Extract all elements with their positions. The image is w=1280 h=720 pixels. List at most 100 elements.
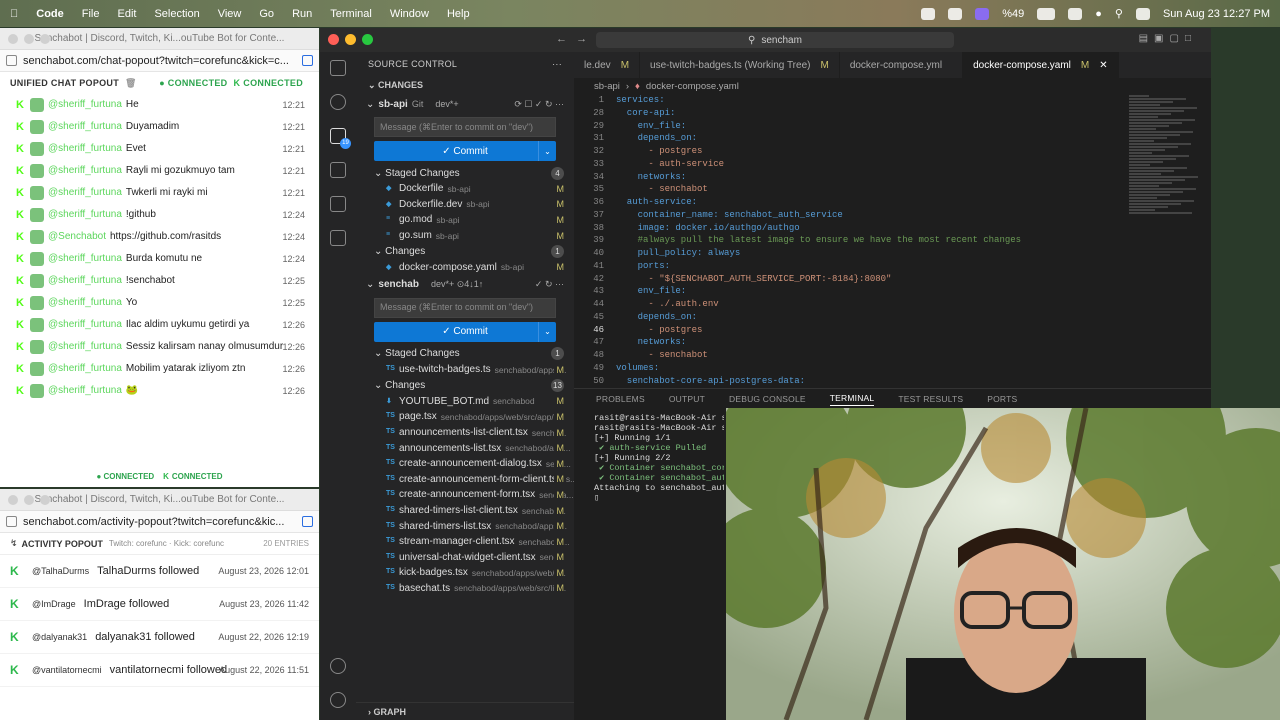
wifi-icon[interactable]: ●	[1095, 8, 1102, 20]
editor-tab[interactable]: use-twitch-badges.ts (Working Tree) M	[640, 52, 840, 78]
menu-selection[interactable]: Selection	[154, 8, 199, 20]
changed-file[interactable]: ◆ Dockerfile.dev sb-api M	[356, 197, 574, 213]
avatar[interactable]	[30, 98, 44, 112]
avatar[interactable]	[30, 186, 44, 200]
commit-button[interactable]: ✓ Commit ⌄	[374, 141, 556, 161]
avatar[interactable]	[30, 296, 44, 310]
changed-file[interactable]: TS basechat.ts senchabod/apps/web/src/lib.…	[356, 581, 574, 597]
maximize-button[interactable]	[40, 495, 50, 505]
changed-file[interactable]: TS universal-chat-widget-client.tsx senc..…	[356, 550, 574, 566]
repo-sb-api[interactable]: ⌄ sb-api Git dev*+ ⟳ ☐ ✓ ↻ ···	[356, 94, 574, 114]
chat-username[interactable]: @sheriff_furtuna	[48, 140, 122, 158]
chat-username[interactable]: @sheriff_furtuna	[48, 338, 122, 356]
changed-file[interactable]: ◆ Dockerfile sb-api M	[356, 181, 574, 197]
changed-file[interactable]: TScreate-announcement-dialog.tsxsenc...M	[356, 456, 574, 472]
menu-help[interactable]: Help	[447, 8, 470, 20]
run-debug-icon[interactable]	[330, 162, 346, 178]
apple-icon[interactable]: 	[10, 8, 18, 20]
menu-view[interactable]: View	[218, 8, 242, 20]
menu-run[interactable]: Run	[292, 8, 312, 20]
activity-handle[interactable]: @ImDrage	[32, 599, 76, 609]
menu-file[interactable]: File	[82, 8, 100, 20]
url-text[interactable]: senchabot.com/chat-popout?twitch=corefun…	[23, 55, 289, 67]
maximize-button[interactable]	[362, 34, 373, 45]
minimize-button[interactable]	[24, 495, 34, 505]
chat-username[interactable]: @sheriff_furtuna	[48, 360, 122, 378]
panel-tab[interactable]: OUTPUT	[669, 394, 705, 404]
chevron-down-icon[interactable]: ⌄	[538, 141, 556, 161]
trash-icon[interactable]: 🗑	[125, 78, 137, 89]
chat-username[interactable]: @sheriff_furtuna	[48, 250, 122, 268]
menu-app-name[interactable]: Code	[36, 8, 64, 20]
commit-button[interactable]: ✓ Commit ⌄	[374, 321, 556, 342]
editor-tab[interactable]: docker-compose.yaml M ✕	[963, 52, 1119, 78]
menu-terminal[interactable]: Terminal	[330, 8, 372, 20]
staged-changes-group[interactable]: ⌄ Staged Changes 1	[356, 346, 574, 362]
changed-file[interactable]: ≡ go.mod sb-api M	[356, 212, 574, 228]
menu-go[interactable]: Go	[259, 8, 274, 20]
share-icon[interactable]	[6, 516, 17, 527]
account-icon[interactable]	[330, 658, 346, 674]
repo-actions[interactable]: ⟳ ☐ ✓ ↻ ···	[514, 99, 564, 110]
search-icon[interactable]	[330, 94, 346, 110]
testing-icon[interactable]	[330, 230, 346, 246]
changed-file[interactable]: ◆ docker-compose.yaml sb-api M	[356, 259, 574, 275]
more-icon[interactable]: ···	[552, 59, 562, 69]
chat-username[interactable]: @sheriff_furtuna	[48, 96, 122, 114]
settings-gear-icon[interactable]	[330, 692, 346, 708]
changed-file[interactable]: TS announcements-list-client.tsx sencha...…	[356, 425, 574, 441]
changed-file[interactable]: TS kick-badges.tsx senchabod/apps/web/s...…	[356, 565, 574, 581]
terminal-output[interactable]: rasit@rasits-MacBook-Air s rasit@rasits-M…	[574, 409, 724, 507]
close-icon[interactable]: ✕	[1099, 60, 1107, 71]
breadcrumb[interactable]: sb-api › ♦ docker-compose.yaml	[574, 78, 1211, 94]
chat-username[interactable]: @sheriff_furtuna	[48, 206, 122, 224]
activity-handle[interactable]: @dalyanak31	[32, 632, 87, 642]
close-button[interactable]	[328, 34, 339, 45]
address-bar[interactable]: senchabot.com/chat-popout?twitch=corefun…	[0, 50, 319, 72]
chat-username[interactable]: @sheriff_furtuna	[48, 382, 122, 400]
share-icon[interactable]	[6, 55, 17, 66]
activity-handle[interactable]: @TalhaDurms	[32, 566, 89, 576]
chat-username[interactable]: @Senchabot	[48, 228, 106, 246]
status-icon[interactable]	[921, 7, 936, 20]
changed-file[interactable]: TS shared-timers-list.tsx senchabod/apps/.…	[356, 518, 574, 534]
avatar[interactable]	[30, 230, 44, 244]
minimap[interactable]	[1129, 94, 1199, 234]
changed-file[interactable]: TS stream-manager-client.tsx senchabod/...…	[356, 534, 574, 550]
avatar[interactable]	[30, 362, 44, 376]
battery-icon[interactable]	[1037, 7, 1056, 20]
avatar[interactable]	[30, 164, 44, 178]
minimize-button[interactable]	[24, 34, 34, 44]
panel-tab[interactable]: TEST RESULTS	[898, 394, 963, 404]
extensions-icon[interactable]	[330, 196, 346, 212]
battery-percent[interactable]: %49	[1002, 8, 1024, 20]
avatar[interactable]	[30, 340, 44, 354]
changes-section[interactable]: ⌄ CHANGES	[356, 76, 574, 94]
url-text[interactable]: senchabot.com/activity-popout?twitch=cor…	[23, 516, 284, 528]
address-bar[interactable]: senchabot.com/activity-popout?twitch=cor…	[0, 511, 319, 533]
changed-file[interactable]: TS announcements-list.tsx senchabod/app...…	[356, 440, 574, 456]
changed-file[interactable]: TS shared-timers-list-client.tsx senchabo.…	[356, 503, 574, 519]
activity-handle[interactable]: @vantilatornecmi	[32, 665, 102, 675]
avatar[interactable]	[30, 274, 44, 288]
chat-username[interactable]: @sheriff_furtuna	[48, 118, 122, 136]
avatar[interactable]	[30, 318, 44, 332]
menu-edit[interactable]: Edit	[117, 8, 136, 20]
changed-file[interactable]: TS use-twitch-badges.ts senchabod/apps/...…	[356, 362, 574, 378]
avatar[interactable]	[30, 208, 44, 222]
screen-record-icon[interactable]	[975, 7, 990, 20]
commit-message-input[interactable]: Message (⌘Enter to commit on "dev")	[374, 117, 556, 137]
panel-tab[interactable]: PORTS	[987, 394, 1017, 404]
explorer-icon[interactable]	[330, 60, 346, 76]
changed-file[interactable]: TScreate-announcement-form-client.tsxs..…	[356, 472, 574, 488]
code-view[interactable]: 1 services: 28 core-api: 29 env_file: 31 dep…	[574, 94, 1211, 387]
branch-label[interactable]: dev*+ ⊙4↓1↑	[431, 279, 483, 290]
input-source-icon[interactable]	[1068, 7, 1083, 20]
status-icon[interactable]	[948, 7, 963, 20]
close-button[interactable]	[8, 34, 18, 44]
commit-message-input[interactable]: Message (⌘Enter to commit on "dev")	[374, 297, 556, 318]
graph-section[interactable]: › GRAPH	[356, 702, 574, 720]
repo-actions[interactable]: ✓ ↻ ···	[535, 279, 564, 290]
popout-icon[interactable]	[302, 55, 313, 66]
maximize-button[interactable]	[40, 34, 50, 44]
